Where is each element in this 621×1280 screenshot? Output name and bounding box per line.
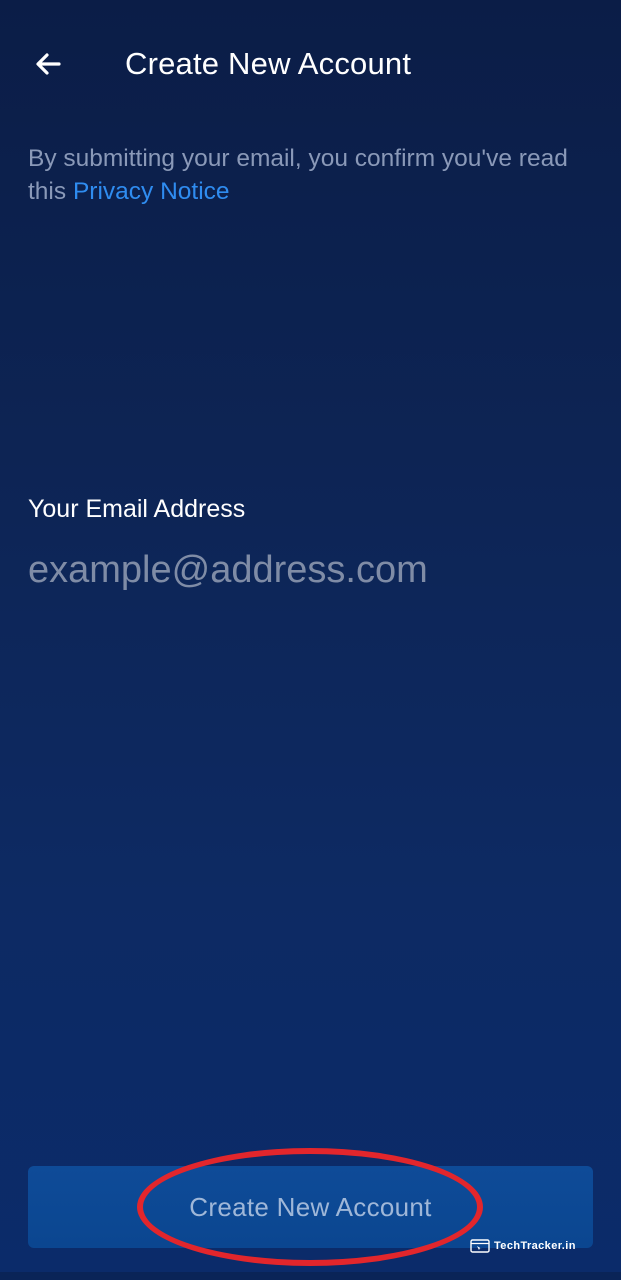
watermark-text: TechTracker.in [494, 1240, 576, 1252]
back-button[interactable] [26, 42, 70, 86]
email-label: Your Email Address [28, 495, 246, 523]
browser-window-icon [470, 1239, 490, 1253]
privacy-notice-link[interactable]: Privacy Notice [73, 178, 230, 205]
page-title: Create New Account [125, 46, 412, 81]
create-account-button-label: Create New Account [189, 1191, 432, 1222]
app-header: Create New Account [0, 0, 621, 130]
watermark: TechTracker.in [470, 1236, 576, 1256]
arrow-left-icon [36, 53, 61, 75]
bottom-edge [0, 1272, 621, 1280]
privacy-notice-text: By submitting your email, you confirm yo… [28, 142, 593, 208]
email-input[interactable] [28, 540, 593, 600]
